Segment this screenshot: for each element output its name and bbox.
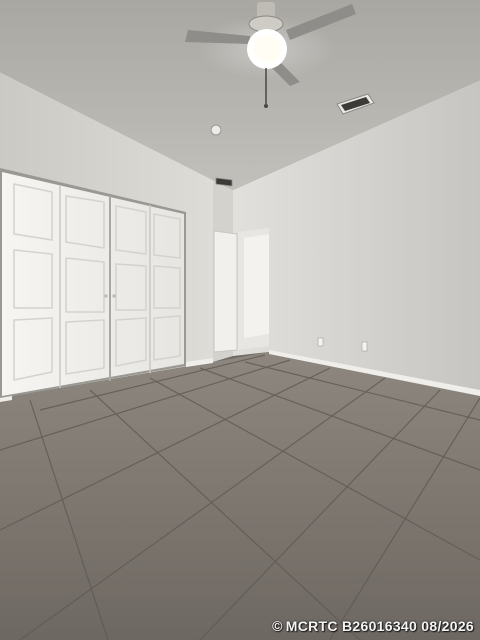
tile-floor	[0, 352, 480, 640]
wall-outlet	[317, 337, 324, 347]
copyright-symbol: ©	[272, 618, 283, 634]
watermark-text: MCRTC B26016340 08/2026	[285, 618, 474, 634]
listing-watermark: © MCRTC B26016340 08/2026	[272, 618, 474, 634]
wall-outlet	[361, 341, 368, 352]
smoke-detector	[210, 124, 222, 136]
hallway-wall	[244, 234, 269, 338]
room-photo	[0, 0, 480, 640]
open-interior-door	[213, 230, 238, 353]
